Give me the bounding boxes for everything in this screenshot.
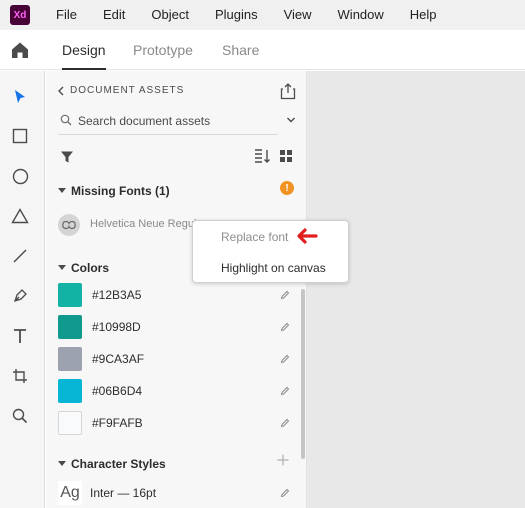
menu-file[interactable]: File [43,0,90,30]
colors-label: Colors [71,261,110,275]
color-swatch [58,283,82,307]
missing-fonts-label: Missing Fonts (1) [71,184,170,198]
caret-down-icon [58,188,66,193]
design-canvas[interactable] [307,71,525,508]
font-context-menu: Replace font Highlight on canvas [192,220,349,283]
text-tool-icon[interactable] [9,325,31,347]
color-row[interactable]: #9CA3AF [58,347,293,371]
color-row[interactable]: #10998D [58,315,293,339]
color-hex-label: #10998D [92,320,141,334]
caret-down-icon [58,265,66,270]
edit-pencil-icon[interactable] [280,354,290,364]
colors-header[interactable]: Colors [58,261,109,275]
edit-pencil-icon[interactable] [280,488,290,498]
highlight-on-canvas-menu-item[interactable]: Highlight on canvas [221,261,326,275]
character-style-row[interactable]: Ag Inter — 16pt [58,481,293,505]
zoom-tool-icon[interactable] [9,405,31,427]
tab-prototype[interactable]: Prototype [133,30,193,70]
missing-fonts-header[interactable]: Missing Fonts (1) [58,184,170,198]
color-swatch [58,411,82,435]
panel-title: DOCUMENT ASSETS [70,85,185,96]
color-hex-label: #F9FAFB [92,416,143,430]
filter-icon[interactable] [60,150,74,164]
character-style-label: Inter — 16pt [90,486,157,500]
caret-down-icon [58,461,66,466]
replace-font-menu-item[interactable]: Replace font [221,230,288,244]
character-styles-header[interactable]: Character Styles [58,457,166,471]
search-icon [60,114,72,126]
tab-design[interactable]: Design [62,30,106,70]
warning-icon: ! [280,181,294,195]
mode-tab-bar: Design Prototype Share [0,30,525,70]
missing-font-name: Helvetica Neue Regular [90,218,207,230]
grid-view-icon[interactable] [280,150,292,162]
home-icon[interactable] [10,40,30,60]
creative-cloud-icon [58,214,80,236]
select-tool-icon[interactable] [9,86,31,108]
color-row[interactable]: #06B6D4 [58,379,293,403]
character-style-preview: Ag [58,481,82,505]
edit-pencil-icon[interactable] [280,418,290,428]
triangle-tool-icon[interactable] [9,205,31,227]
add-icon[interactable] [277,454,289,466]
color-swatch [58,379,82,403]
export-share-icon[interactable] [280,82,296,100]
artboard-tool-icon[interactable] [9,365,31,387]
red-arrow-icon [297,228,318,244]
chevron-down-icon[interactable] [286,115,296,125]
rectangle-tool-icon[interactable] [9,125,31,147]
color-hex-label: #12B3A5 [92,288,142,302]
app-logo: Xd [10,5,30,25]
color-row[interactable]: #F9FAFB [58,411,293,435]
document-assets-panel: DOCUMENT ASSETS Missing Fonts (1) ! [46,71,307,508]
color-swatch [58,347,82,371]
menu-edit[interactable]: Edit [90,0,138,30]
color-swatch [58,315,82,339]
menu-object[interactable]: Object [138,0,202,30]
panel-scrollbar[interactable] [301,289,305,459]
ellipse-tool-icon[interactable] [9,165,31,187]
tool-bar [0,71,45,508]
tab-share[interactable]: Share [222,30,259,70]
color-row[interactable]: #12B3A5 [58,283,293,307]
pen-tool-icon[interactable] [9,285,31,307]
menu-help[interactable]: Help [397,0,450,30]
color-hex-label: #06B6D4 [92,384,143,398]
menu-plugins[interactable]: Plugins [202,0,271,30]
sort-icon[interactable] [254,148,272,164]
edit-pencil-icon[interactable] [280,322,290,332]
menu-window[interactable]: Window [325,0,397,30]
character-styles-label: Character Styles [71,457,166,471]
search-input[interactable] [78,112,273,130]
edit-pencil-icon[interactable] [280,386,290,396]
edit-pencil-icon[interactable] [280,290,290,300]
color-hex-label: #9CA3AF [92,352,145,366]
line-tool-icon[interactable] [9,245,31,267]
menu-bar: Xd File Edit Object Plugins View Window … [0,0,525,30]
back-chevron-icon[interactable] [56,85,66,97]
menu-view[interactable]: View [271,0,325,30]
search-row [58,107,278,135]
